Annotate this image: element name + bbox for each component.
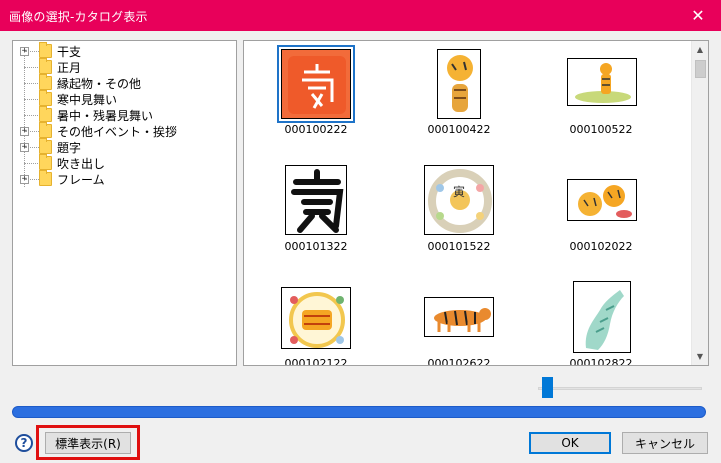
thumbnail-000102622[interactable]	[424, 297, 494, 337]
thumbnail-code: 000102822	[569, 357, 633, 366]
thumbnail-code: 000102022	[569, 240, 633, 253]
thumbnail-code: 000100522	[569, 123, 633, 136]
tree-item-engimono[interactable]: 縁起物・その他	[13, 74, 236, 91]
thumbnail-code: 000100422	[427, 123, 491, 136]
tree-branch	[24, 67, 38, 68]
tiger-standing-icon	[575, 63, 631, 103]
tiger-kanji-brush-icon	[291, 169, 344, 233]
tree-item-event[interactable]: + その他イベント・挨拶	[13, 122, 236, 139]
tiger-pair-icon	[578, 185, 632, 218]
tree-branch	[25, 51, 39, 52]
thumbnail-000100222[interactable]	[277, 45, 355, 123]
tree-item-label: 正月	[57, 60, 82, 75]
thumbnail-000102822[interactable]	[573, 281, 631, 353]
tiger-watercolor-icon	[585, 290, 624, 350]
progress-bar	[12, 406, 706, 418]
scroll-thumb[interactable]	[695, 60, 706, 78]
folder-icon	[39, 138, 52, 154]
tiger-walking-icon	[434, 308, 491, 332]
window-title: 画像の選択-カタログ表示	[9, 10, 148, 24]
tree-item-label: フレーム	[57, 172, 105, 187]
folder-icon	[39, 58, 52, 74]
category-tree[interactable]: + 干支 正月 縁起物・その他 寒中見舞い 暑中・残暑見舞い + その他イベント…	[12, 40, 237, 366]
folder-icon	[39, 106, 52, 122]
tree-branch	[24, 115, 38, 116]
folder-icon	[39, 154, 52, 170]
tree-item-shochu[interactable]: 暑中・残暑見舞い	[13, 106, 236, 123]
help-icon[interactable]: ?	[15, 434, 33, 452]
tree-branch	[24, 99, 38, 100]
thumbnail-code: 000102622	[427, 357, 491, 366]
tree-item-label: 題字	[57, 140, 82, 155]
folder-icon	[39, 90, 52, 106]
tree-branch	[25, 179, 39, 180]
thumbnail-code: 000100222	[284, 123, 348, 136]
cancel-button[interactable]: キャンセル	[622, 432, 708, 454]
thumbnail-000102122[interactable]	[281, 287, 351, 349]
tiger-card-icon	[289, 292, 345, 348]
scroll-up-icon[interactable]: ▲	[692, 41, 708, 58]
tiger-balloon-icon	[447, 55, 473, 112]
folder-icon	[39, 42, 52, 58]
ok-button[interactable]: OK	[529, 432, 611, 454]
folder-icon	[39, 170, 52, 186]
tiger-wreath-icon: 寅	[428, 169, 492, 233]
thumbnail-code: 000101522	[427, 240, 491, 253]
folder-icon	[39, 122, 52, 138]
tree-item-label: 寒中見舞い	[57, 92, 118, 107]
tree-branch	[25, 131, 39, 132]
tree-item-fukidashi[interactable]: 吹き出し	[13, 154, 236, 171]
tree-item-label: 縁起物・その他	[57, 76, 142, 91]
thumbnail-code: 000101322	[284, 240, 348, 253]
tree-item-frame[interactable]: + フレーム	[13, 170, 236, 187]
tree-item-label: その他イベント・挨拶	[57, 124, 178, 139]
thumbnail-000100522[interactable]	[567, 58, 637, 106]
thumbnail-000102022[interactable]	[567, 179, 637, 221]
standard-view-button[interactable]: 標準表示(R)	[45, 432, 131, 454]
tree-item-eto[interactable]: + 干支	[13, 42, 236, 59]
title-bar: 画像の選択-カタログ表示 ✕	[0, 0, 721, 31]
tree-item-shogatsu[interactable]: 正月	[13, 58, 236, 75]
tiger-kanji-stamp-icon	[288, 56, 346, 114]
tree-branch	[24, 83, 38, 84]
vertical-scrollbar[interactable]: ▲ ▼	[691, 41, 708, 365]
thumbnail-000101322[interactable]	[285, 165, 347, 235]
close-icon[interactable]: ✕	[675, 0, 721, 31]
tree-item-label: 吹き出し	[57, 156, 106, 171]
thumbnail-000101522[interactable]: 寅	[424, 165, 494, 235]
image-catalog[interactable]: 000100222 000100422 000100522 000101322 …	[243, 40, 709, 366]
tree-item-label: 暑中・残暑見舞い	[57, 108, 154, 123]
tree-branch	[24, 163, 38, 164]
scroll-down-icon[interactable]: ▼	[692, 348, 708, 365]
folder-icon	[39, 74, 52, 90]
thumbnail-code: 000102122	[284, 357, 348, 366]
tree-branch	[25, 147, 39, 148]
svg-text:寅: 寅	[453, 184, 465, 199]
zoom-slider-track[interactable]	[538, 387, 702, 390]
tree-item-daiji[interactable]: + 題字	[13, 138, 236, 155]
zoom-slider-handle[interactable]	[542, 377, 553, 398]
tree-item-kanchu[interactable]: 寒中見舞い	[13, 90, 236, 107]
thumbnail-000100422[interactable]	[437, 49, 481, 119]
tree-item-label: 干支	[57, 44, 82, 59]
